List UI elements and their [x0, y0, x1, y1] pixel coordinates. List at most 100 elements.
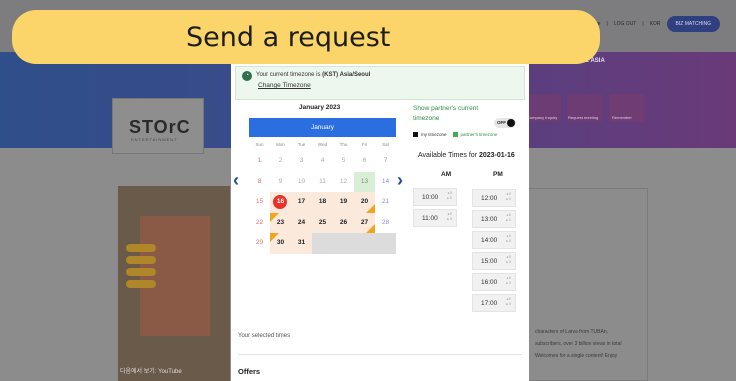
- video-building-image: [140, 216, 210, 336]
- timezone-value: (KST) Asia/Seoul: [322, 72, 371, 78]
- calendar-day-available[interactable]: 18: [312, 192, 333, 213]
- time-slot-pm[interactable]: 13:00 ◂ 0 ▸ 0: [472, 210, 516, 228]
- calendar-day: 4: [320, 157, 325, 164]
- toggle-knob: [507, 119, 515, 127]
- time-slot-pm[interactable]: 15:00 ◂ 0 ▸ 0: [472, 252, 516, 270]
- calendar-day-available[interactable]: 30: [270, 233, 291, 254]
- weekday-label: Wed: [317, 142, 328, 147]
- video-badge: [126, 280, 156, 288]
- time-slot-pm[interactable]: 17:00 ◂ 0 ▸ 0: [472, 294, 516, 312]
- calendar-day: 22: [255, 218, 264, 226]
- partner-timezone-label: Show partner's current timezone: [413, 105, 479, 122]
- company-logo-subtitle: ENTERTAINMENT: [131, 137, 178, 142]
- weekday-label: Tue: [297, 142, 306, 147]
- remember-label: Remember: [612, 115, 632, 120]
- time-slot-pm[interactable]: 12:00 ◂ 0 ▸ 0: [472, 189, 516, 207]
- weekday-label: Sun: [255, 142, 264, 147]
- prev-month-chevron-left-icon[interactable]: ‹: [233, 170, 239, 191]
- logout-link[interactable]: LOG OUT: [614, 21, 637, 27]
- next-month-chevron-right-icon[interactable]: ›: [397, 170, 403, 191]
- time-slot-am[interactable]: 10:00 ◂ 0 ▸ 0: [413, 188, 457, 206]
- calendar-day-available[interactable]: 26: [333, 212, 354, 233]
- company-description-panel: characters of Larva from TUBAn, subscrib…: [528, 188, 648, 381]
- youtube-caption[interactable]: 다음에서 보기: YouTube: [120, 366, 182, 375]
- calendar-week-row: 8 9 10 11 12 13 14: [249, 171, 396, 192]
- weekday-label: Mon: [276, 142, 285, 147]
- calendar-day-today[interactable]: 16: [270, 192, 291, 213]
- available-date: 2023-01-16: [478, 152, 515, 159]
- video-badge: [126, 244, 156, 252]
- change-timezone-link[interactable]: Change Timezone: [258, 82, 311, 89]
- calendar-week-row: 15 16 17 18 19 20 21: [249, 192, 396, 213]
- calendar-header: January: [249, 118, 396, 137]
- selected-times-label: Your selected times: [238, 333, 291, 339]
- description-line: Welcomes for a single content! Enjoy: [535, 353, 618, 359]
- calendar-day: 21: [381, 198, 390, 205]
- calendar-day: 7: [383, 157, 388, 164]
- calendar-day: 15: [255, 198, 264, 205]
- calendar-day: 12: [339, 177, 348, 185]
- calendar-weekday-row: Sun Mon Tue Wed Thu Fri Sat: [249, 139, 396, 151]
- request-meeting-label: Request meeting: [568, 115, 599, 120]
- calendar-day-available[interactable]: 24: [291, 212, 312, 233]
- partner-timezone-swatch: [452, 132, 458, 137]
- calendar-day-available[interactable]: 20: [354, 192, 375, 213]
- time-slot-pm[interactable]: 14:00 ◂ 0 ▸ 0: [472, 231, 516, 249]
- calendar-day: 1: [257, 157, 262, 164]
- calendar-day: 13: [354, 171, 375, 192]
- my-timezone-label: my timezone: [421, 132, 447, 137]
- time-slot-am[interactable]: 11:00 ◂ 0 ▸ 0: [413, 209, 457, 227]
- am-column-header: AM: [441, 171, 452, 178]
- weekday-label: Sat: [382, 142, 389, 147]
- company-logo-card: STOrC ENTERTAINMENT: [112, 98, 204, 154]
- calendar-day-empty: [375, 233, 396, 254]
- my-timezone-swatch: [413, 132, 418, 137]
- calendar-day: 8: [257, 177, 262, 185]
- calendar-day-available[interactable]: 19: [333, 192, 354, 213]
- video-badge: [126, 268, 156, 276]
- section-divider: [238, 354, 522, 355]
- calendar-day-empty: [354, 233, 375, 254]
- send-request-banner: Send a request: [12, 10, 600, 64]
- description-line: characters of Larva from TUBAn,: [535, 329, 608, 335]
- calendar-day: 9: [278, 177, 283, 185]
- calendar-day-available[interactable]: 17: [291, 192, 312, 213]
- timezone-legend: my timezone partner's timezone: [413, 132, 497, 137]
- partner-timezone-legend-label: partner's timezone: [460, 132, 498, 137]
- timezone-notice: ◔ Your current timezone is (KST) Asia/Se…: [235, 66, 525, 100]
- calendar-day: 28: [381, 218, 390, 226]
- calendar-day: 3: [299, 157, 304, 164]
- available-times-title: Available Times for 2023-01-16: [418, 152, 515, 159]
- toggle-state: OFF: [497, 120, 506, 125]
- language-link[interactable]: KOR: [650, 21, 661, 27]
- offers-heading: Offers: [238, 367, 261, 376]
- company-logo: STOrC: [129, 117, 191, 137]
- calendar-day-empty: [333, 233, 354, 254]
- meeting-request-modal: ◔ Your current timezone is (KST) Asia/Se…: [231, 64, 529, 381]
- biz-matching-button[interactable]: BIZ MATCHING: [666, 16, 720, 32]
- calendar-day-available[interactable]: 25: [312, 212, 333, 233]
- calendar-day-empty: [312, 233, 333, 254]
- calendar-week-row: 29 30 31: [249, 233, 396, 254]
- company-video-thumbnail[interactable]: [118, 186, 230, 381]
- partner-timezone-toggle[interactable]: OFF: [494, 118, 516, 128]
- calendar-day: 29: [255, 239, 264, 246]
- calendar-day: 11: [319, 177, 326, 185]
- pm-column-header: PM: [493, 171, 503, 178]
- calendar-month-title: January 2023: [299, 104, 341, 111]
- calendar-day-available[interactable]: 31: [291, 233, 312, 254]
- company-inquiry-label: Company Inquiry: [527, 115, 558, 120]
- calendar-day: 10: [297, 177, 306, 185]
- video-badge: [126, 256, 156, 264]
- description-line: subscribers, over 3 billion views in tot…: [535, 341, 622, 347]
- weekday-label: Fri: [361, 142, 368, 147]
- calendar-day: 6: [362, 157, 367, 164]
- calendar-day-available[interactable]: 27: [354, 212, 375, 233]
- calendar-day: 2: [278, 157, 283, 164]
- calendar-day-available[interactable]: 23: [270, 212, 291, 233]
- time-slot-pm[interactable]: 16:00 ◂ 0 ▸ 0: [472, 273, 516, 291]
- globe-icon: ◔: [242, 71, 252, 81]
- calendar-week-row: 22 23 24 25 26 27 28: [249, 212, 396, 233]
- calendar-day: 5: [341, 157, 346, 164]
- timezone-text: Your current timezone is (KST) Asia/Seou…: [256, 72, 371, 78]
